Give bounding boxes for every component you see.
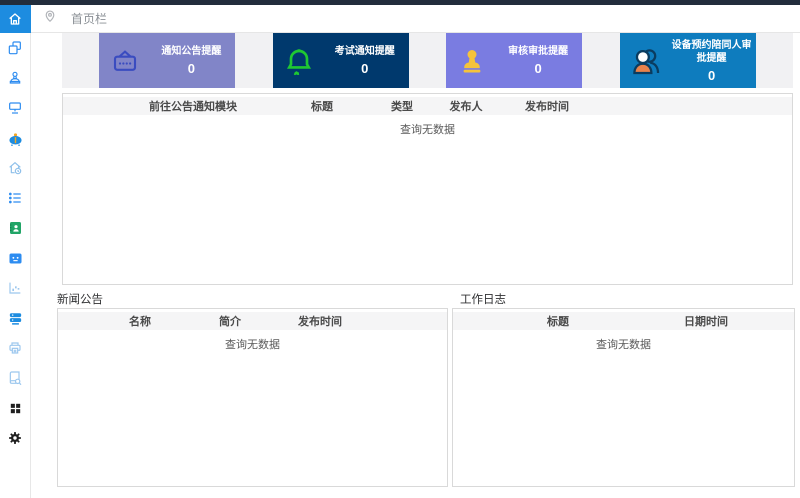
grid-icon	[8, 401, 23, 416]
header-datetime: 日期时间	[632, 313, 780, 329]
sidebar-item-book-search[interactable]	[0, 363, 31, 393]
printer-icon	[7, 340, 23, 356]
card-label: 设备预约陪同人审批提醒	[672, 39, 752, 66]
topbar: 首页栏	[31, 5, 800, 33]
header-goto-notice-module[interactable]: 前往公告通知模块	[109, 98, 277, 114]
card-label: 通知公告提醒	[161, 45, 221, 59]
bell-icon	[273, 33, 325, 88]
sidebar-item-stamp[interactable]	[0, 63, 31, 93]
exam-reminder-card[interactable]: 考试通知提醒 0	[273, 33, 409, 88]
sidebar-item-chart[interactable]	[0, 273, 31, 303]
monitor-icon	[7, 100, 23, 116]
notice-table-empty-text: 查询无数据	[63, 121, 792, 137]
news-table-header-row: 名称 简介 发布时间	[58, 312, 447, 330]
sidebar-item-monitor[interactable]	[0, 93, 31, 123]
news-section-title: 新闻公告	[57, 291, 103, 307]
sidebar-item-grid[interactable]	[0, 393, 31, 423]
location-pin-icon	[43, 9, 57, 28]
home-icon	[7, 11, 23, 27]
book-search-icon	[7, 370, 23, 386]
sidebar	[0, 5, 31, 498]
chart-icon	[7, 280, 23, 296]
stamp-icon	[7, 70, 23, 86]
header-title: 标题	[277, 98, 367, 114]
sidebar-item-windows[interactable]	[0, 33, 31, 63]
contact-book-icon	[7, 220, 23, 236]
card-value: 0	[535, 61, 542, 76]
equipment-escort-card[interactable]: 设备预约陪同人审批提醒 0	[620, 33, 756, 88]
header-publish-time: 发布时间	[275, 313, 365, 329]
list-icon	[7, 190, 23, 206]
news-table-panel: 名称 简介 发布时间 查询无数据	[57, 308, 448, 487]
header-publish-time: 发布时间	[495, 98, 599, 114]
sidebar-item-id-card[interactable]	[0, 243, 31, 273]
sidebar-item-gear[interactable]	[0, 423, 31, 453]
gear-icon	[7, 430, 23, 446]
news-table-empty-text: 查询无数据	[58, 336, 447, 352]
card-value: 0	[361, 61, 368, 76]
notice-table-panel: 前往公告通知模块 标题 类型 发布人 发布时间 查询无数据	[62, 93, 793, 285]
header-name: 名称	[95, 313, 185, 329]
worklog-table-empty-text: 查询无数据	[453, 336, 794, 352]
header-publisher: 发布人	[437, 98, 495, 114]
stat-cards-strip: 通知公告提醒 0 考试通知提醒 0 审核审批提醒 0 设备预约陪同人审批提醒 0	[62, 33, 793, 88]
card-value: 0	[708, 68, 715, 83]
sidebar-item-home-clock[interactable]	[0, 153, 31, 183]
home-clock-icon	[7, 160, 23, 176]
sidebar-item-contact-book[interactable]	[0, 213, 31, 243]
windows-icon	[7, 40, 23, 56]
header-title: 标题	[484, 313, 632, 329]
page-title: 首页栏	[71, 10, 107, 27]
stamp-icon	[446, 33, 498, 88]
header-summary: 简介	[185, 313, 275, 329]
id-card-icon	[7, 250, 24, 267]
card-label: 考试通知提醒	[335, 45, 395, 59]
worklog-table-header-row: 标题 日期时间	[453, 312, 794, 330]
notice-table-header-row: 前往公告通知模块 标题 类型 发布人 发布时间	[63, 97, 792, 115]
server-icon	[7, 310, 24, 327]
header-type: 类型	[367, 98, 437, 114]
approval-reminder-card[interactable]: 审核审批提醒 0	[446, 33, 582, 88]
message-icon	[99, 33, 151, 88]
device-icon	[7, 130, 24, 147]
card-label: 审核审批提醒	[508, 45, 568, 59]
sidebar-item-printer[interactable]	[0, 333, 31, 363]
worklog-table-panel: 标题 日期时间 查询无数据	[452, 308, 795, 487]
sidebar-item-server[interactable]	[0, 303, 31, 333]
card-value: 0	[188, 61, 195, 76]
sidebar-item-home[interactable]	[0, 5, 31, 33]
worklog-section-title: 工作日志	[460, 291, 506, 307]
notice-reminder-card[interactable]: 通知公告提醒 0	[99, 33, 235, 88]
sidebar-item-list[interactable]	[0, 183, 31, 213]
sidebar-item-device[interactable]	[0, 123, 31, 153]
people-icon	[620, 33, 672, 88]
